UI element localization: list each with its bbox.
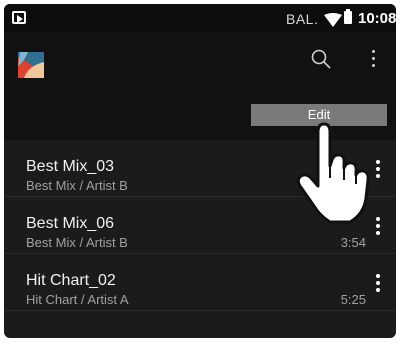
more-options-icon[interactable] (370, 50, 376, 72)
track-subtitle: Hit Chart / Artist A (26, 292, 129, 307)
app-toolbar (4, 32, 396, 92)
screen: BAL. 10:08 Edit Best Mix_03 Best Mix / A… (4, 4, 396, 338)
track-subtitle: Best Mix / Artist B (26, 235, 128, 250)
divider (4, 310, 396, 311)
list-item[interactable]: Hit Chart_02 Hit Chart / Artist A 5:25 (4, 254, 396, 310)
tap-gesture-hand-icon (296, 122, 370, 224)
wifi-icon (324, 13, 342, 27)
track-duration: 5:25 (340, 292, 366, 307)
track-subtitle: Best Mix / Artist B (26, 178, 128, 193)
status-bar: BAL. 10:08 (4, 4, 396, 32)
clock: 10:08 (358, 10, 396, 27)
search-icon[interactable] (310, 48, 332, 70)
device-frame: BAL. 10:08 Edit Best Mix_03 Best Mix / A… (0, 0, 400, 344)
app-logo[interactable] (18, 52, 44, 78)
notification-icon (12, 11, 26, 24)
carrier-label: BAL. (286, 11, 319, 27)
track-title: Best Mix_03 (26, 158, 115, 175)
track-duration: 3:54 (340, 235, 366, 250)
battery-icon (344, 9, 352, 24)
track-title: Best Mix_06 (26, 215, 115, 232)
track-more-icon[interactable] (375, 274, 381, 296)
track-title: Hit Chart_02 (26, 272, 116, 289)
